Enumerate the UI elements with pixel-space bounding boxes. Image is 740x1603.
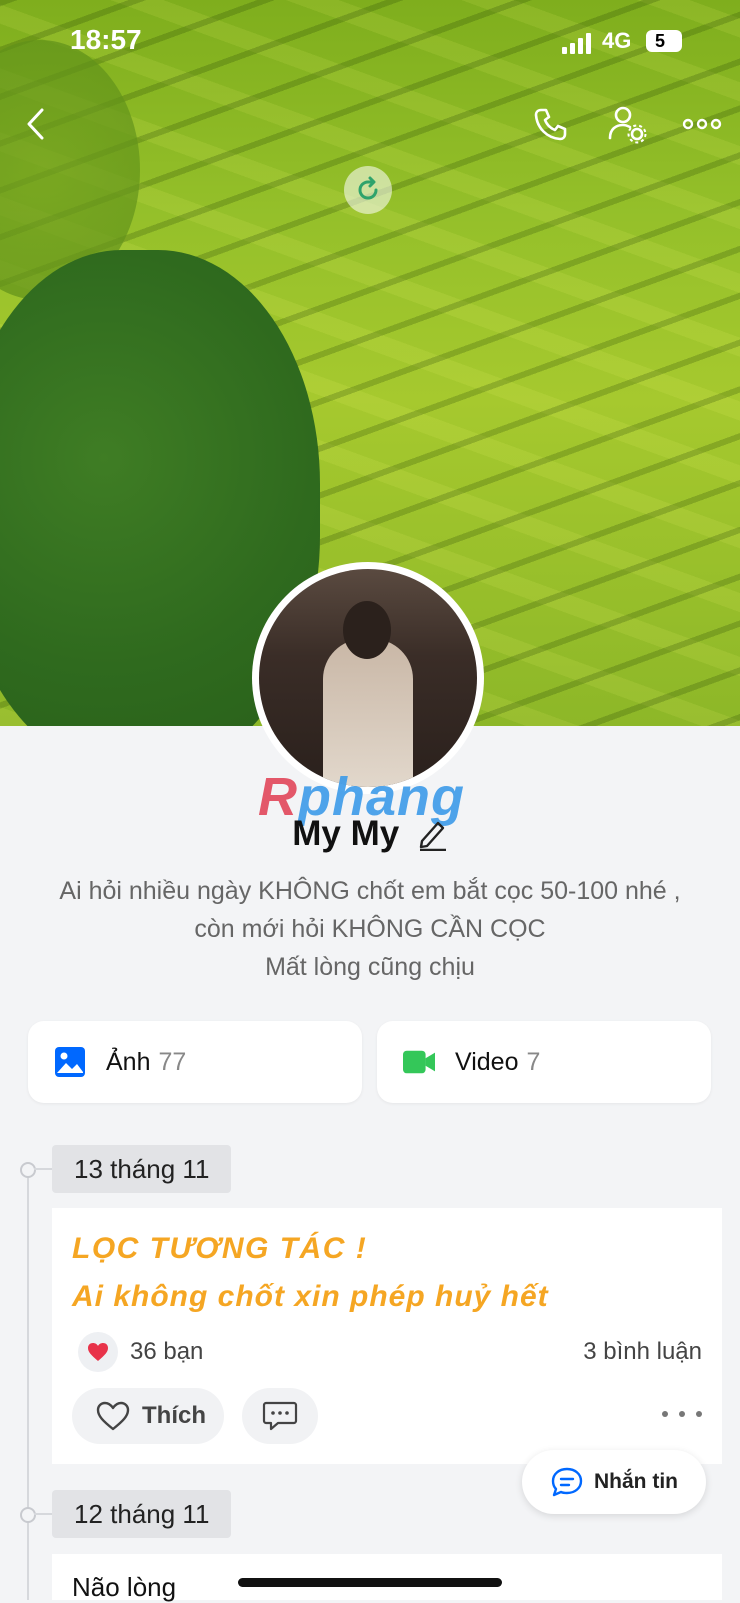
battery-icon: 5 [646, 30, 682, 52]
comment-button[interactable] [242, 1388, 318, 1444]
comment-icon [262, 1401, 298, 1431]
signal-icon [562, 32, 594, 54]
message-label: Nhắn tin [594, 1470, 678, 1493]
avatar[interactable] [252, 562, 484, 794]
photos-label: Ảnh [106, 1047, 151, 1076]
bio-line: còn mới hỏi KHÔNG CẦN CỌC [194, 915, 546, 943]
chevron-left-icon [27, 108, 44, 140]
bio-line: Ai hỏi nhiều ngày KHÔNG chốt em bắt cọc … [59, 877, 681, 905]
ellipsis-icon [682, 118, 722, 130]
post-more-icon[interactable] [662, 1402, 702, 1426]
videos-count: 7 [526, 1047, 541, 1076]
reaction-count[interactable]: 36 bạn [130, 1338, 203, 1366]
heart-outline-icon [96, 1401, 130, 1431]
profile-name: My My [292, 814, 400, 853]
avatar-figure [323, 639, 413, 787]
photo-icon [55, 1047, 85, 1077]
phone-icon [534, 108, 567, 141]
videos-label: Video [455, 1047, 519, 1076]
like-label: Thích [142, 1402, 206, 1429]
profile-bio: Ai hỏi nhiều ngày KHÔNG chốt em bắt cọc … [20, 872, 720, 986]
timeline-tick [34, 1513, 52, 1515]
status-bar: 18:57 4G 5 [0, 22, 740, 62]
user-settings-icon [608, 106, 647, 144]
home-indicator [238, 1578, 502, 1587]
timeline-tick [34, 1168, 52, 1170]
refresh-icon [358, 176, 378, 200]
battery-level: 5 [654, 31, 665, 51]
edit-name-icon[interactable] [416, 817, 448, 851]
network-type: 4G [602, 28, 632, 53]
post-card[interactable]: Não lòng [52, 1554, 722, 1602]
reload-button[interactable] [344, 166, 392, 214]
videos-card[interactable]: Video 7 [377, 1021, 711, 1103]
bio-line: Mất lòng cũng chịu [265, 953, 475, 981]
photos-count: 77 [158, 1047, 187, 1076]
more-options-button[interactable] [678, 100, 726, 148]
call-button[interactable] [526, 100, 574, 148]
avatar-photo [259, 569, 477, 787]
profile-settings-button[interactable] [603, 100, 651, 148]
post-text-line: Ai không chốt xin phép huỷ hết [72, 1280, 549, 1313]
chat-bubble-icon [551, 1467, 583, 1497]
timeline-dot [20, 1162, 36, 1178]
heart-reaction-icon [78, 1332, 118, 1372]
like-button[interactable]: Thích [72, 1388, 224, 1444]
avatar-head [343, 601, 391, 659]
date-chip: 12 tháng 11 [52, 1490, 232, 1538]
back-button[interactable] [12, 100, 60, 148]
timeline-line [27, 1168, 29, 1600]
profile-name-row: My My [0, 814, 740, 854]
post-card[interactable]: LỌC TƯƠNG TÁC ! Ai không chốt xin phép h… [52, 1208, 722, 1464]
video-icon [403, 1050, 435, 1074]
date-chip: 13 tháng 11 [52, 1145, 232, 1193]
photos-card[interactable]: Ảnh 77 [28, 1021, 362, 1103]
message-button[interactable]: Nhắn tin [522, 1450, 706, 1514]
post-text: Não lòng [72, 1572, 177, 1602]
post-text-line: LỌC TƯƠNG TÁC ! [72, 1232, 368, 1265]
timeline-dot [20, 1507, 36, 1523]
status-time: 18:57 [70, 24, 142, 55]
comment-count[interactable]: 3 bình luận [583, 1338, 702, 1366]
